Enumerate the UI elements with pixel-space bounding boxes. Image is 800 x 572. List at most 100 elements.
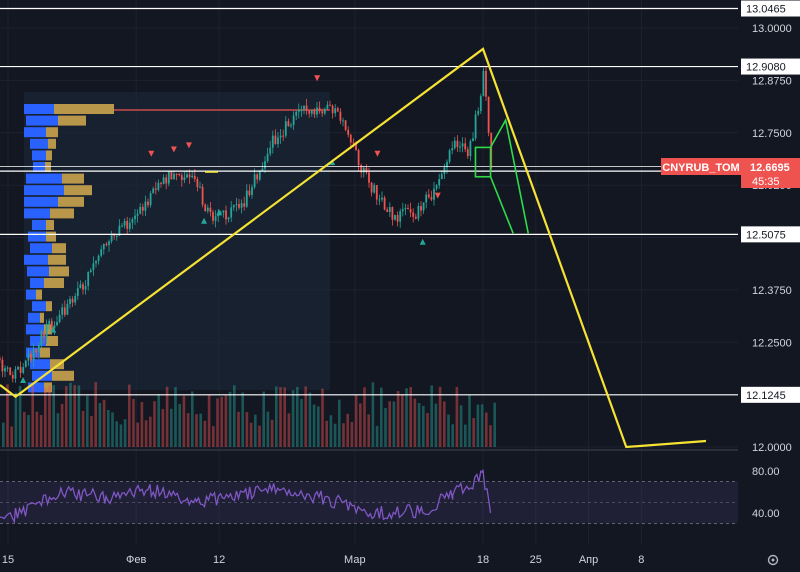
volume-profile-bar-sell	[52, 243, 66, 254]
candle-body	[440, 173, 443, 180]
volume-bar	[186, 413, 190, 447]
candle-body	[277, 137, 279, 145]
candle-body	[310, 109, 313, 114]
volume-profile-bar-sell	[62, 173, 84, 184]
volume-profile-bar-sell	[50, 359, 64, 370]
volume-bar	[10, 426, 13, 447]
volume-bar	[174, 387, 177, 447]
volume-bar	[144, 420, 148, 447]
candle-body	[388, 207, 391, 212]
volume-bar	[275, 386, 278, 447]
candle-body	[297, 110, 300, 112]
volume-bar	[438, 386, 442, 447]
time-tick-label: 18	[477, 554, 489, 566]
volume-profile-bar-sell	[49, 266, 69, 277]
candle-body	[178, 174, 181, 176]
volume-bar	[283, 387, 286, 447]
candle-body	[342, 120, 344, 122]
candle-body	[89, 270, 92, 273]
candle-body	[71, 298, 74, 303]
candle-body	[32, 348, 35, 361]
volume-bar	[485, 412, 488, 447]
candle-body	[175, 173, 178, 175]
symbol-label: CNYRUB_TOM	[662, 162, 739, 174]
candle-body	[321, 111, 324, 114]
time-axis[interactable]	[0, 545, 800, 572]
volume-bar	[434, 403, 438, 447]
volume-profile-bar-sell	[48, 254, 66, 265]
volume-bar	[333, 423, 337, 447]
candle-body	[209, 207, 212, 213]
candle-body	[305, 105, 308, 111]
volume-profile-bar-buy	[24, 127, 46, 138]
candle-body	[74, 295, 77, 303]
volume-bar	[308, 392, 312, 447]
volume-bar	[455, 386, 459, 447]
volume-bar	[14, 392, 18, 447]
volume-profile-bar-sell	[44, 324, 52, 335]
volume-bar	[94, 382, 97, 447]
volume-bar	[2, 422, 5, 447]
candle-body	[420, 206, 422, 211]
candle-body	[58, 314, 61, 322]
candle-body	[459, 146, 461, 148]
candle-body	[69, 298, 71, 304]
candle-body	[141, 206, 144, 211]
candle-body	[266, 153, 269, 162]
candle-body	[22, 367, 25, 373]
volume-profile-bar-sell	[46, 301, 52, 312]
candle-body	[4, 368, 6, 372]
candle-body	[17, 366, 19, 370]
volume-profile-bar-sell	[40, 347, 50, 358]
volume-bar	[476, 404, 480, 447]
candle-body	[173, 173, 175, 180]
volume-bar	[350, 422, 354, 447]
candle-body	[284, 121, 287, 136]
volume-bar	[279, 387, 282, 447]
volume-bar	[417, 403, 421, 447]
candle-body	[92, 263, 95, 271]
volume-profile-bar-buy	[32, 150, 46, 161]
volume-bar	[216, 398, 219, 447]
volume-profile-bar-buy	[32, 301, 46, 312]
candle-body	[206, 207, 209, 212]
volume-bar	[98, 403, 102, 447]
volume-bar	[60, 403, 64, 447]
volume-profile-bar-buy	[28, 382, 44, 393]
volume-bar	[136, 422, 139, 447]
candle-body	[157, 182, 160, 190]
candle-body	[183, 177, 186, 181]
candle-body	[222, 210, 225, 213]
volume-bar	[426, 412, 429, 447]
volume-bar	[291, 390, 295, 447]
candle-body	[50, 320, 53, 329]
candle-body	[147, 201, 149, 206]
volume-bar	[317, 406, 320, 447]
volume-bar	[207, 394, 211, 447]
volume-bar	[354, 394, 358, 447]
candle-body	[136, 213, 139, 216]
candle-body	[201, 186, 204, 205]
volume-profile-bar-sell	[54, 104, 114, 114]
candle-body	[134, 215, 136, 220]
candle-body	[407, 207, 409, 210]
candle-body	[131, 219, 134, 223]
candle-body	[269, 147, 272, 154]
candle-body	[165, 177, 168, 184]
volume-profile-bar-buy	[32, 220, 46, 230]
volume-bar	[371, 382, 375, 447]
candle-body	[425, 194, 428, 203]
volume-bar	[27, 414, 30, 447]
level-label-text: 12.5075	[746, 229, 786, 241]
trading-chart[interactable]: 13.000012.875012.750012.625012.500012.37…	[0, 0, 800, 572]
candle-body	[362, 167, 365, 173]
volume-profile-bar-sell	[44, 278, 64, 288]
volume-bar	[287, 413, 291, 447]
volume-bar	[480, 404, 484, 447]
volume-bar	[329, 415, 333, 447]
volume-bar	[380, 387, 383, 447]
candle-body	[485, 70, 487, 97]
level-label-text: 12.1245	[746, 390, 786, 402]
candle-body	[313, 109, 316, 115]
candle-body	[115, 235, 118, 237]
